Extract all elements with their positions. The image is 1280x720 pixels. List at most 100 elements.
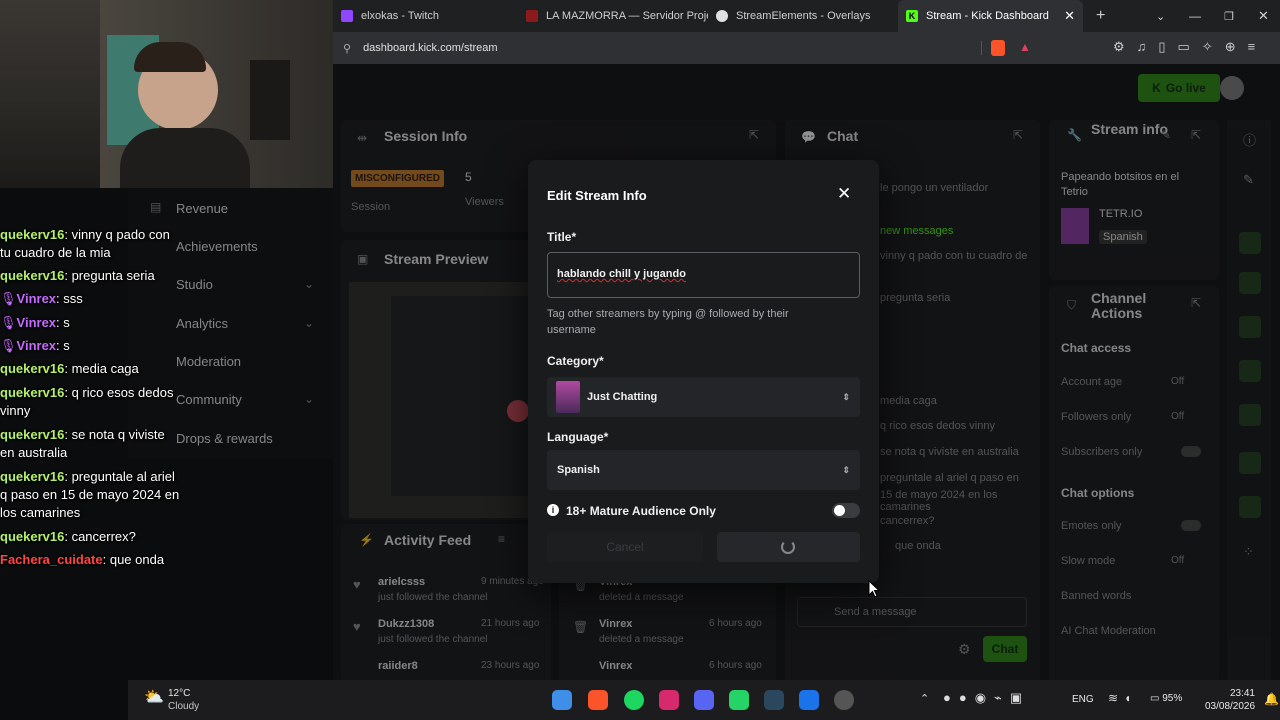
subscribers-only-toggle[interactable] — [1181, 446, 1201, 457]
banned-words-label[interactable]: Banned words — [1061, 590, 1131, 602]
overlay-user: Vinrex — [16, 338, 57, 353]
go-live-button[interactable]: K Go live — [1138, 74, 1220, 102]
brave-icon[interactable] — [588, 690, 608, 710]
overlay-message: 🎙Vinrex: sss — [0, 291, 83, 306]
slow-mode-value: Off — [1171, 555, 1185, 566]
title-input[interactable]: hablando chill y jugando — [547, 252, 860, 298]
emotes-only-label: Emotes only — [1061, 520, 1122, 532]
message-icon[interactable] — [1239, 360, 1261, 382]
tab-list-icon[interactable]: ⌄ — [1148, 0, 1165, 32]
lightning-icon[interactable] — [1239, 272, 1261, 294]
tray-chevron-icon[interactable]: ⌃ — [920, 692, 929, 705]
spotify-icon[interactable] — [624, 690, 644, 710]
tab-kick-dashboard[interactable]: K Stream - Kick Dashboard ✕ — [898, 0, 1083, 32]
category-select[interactable]: Just Chatting ⇕ — [547, 377, 860, 417]
server-icon — [526, 10, 538, 22]
stream-info-title: Stream info — [1091, 121, 1169, 137]
sidebar-item-drops[interactable]: Drops & rewards — [176, 431, 273, 446]
drag-icon[interactable]: ⇹ — [357, 131, 367, 145]
mature-toggle[interactable] — [832, 503, 860, 518]
session-label: Session — [351, 201, 391, 213]
popout-icon[interactable]: ⇱ — [749, 128, 759, 142]
info-icon[interactable]: i — [547, 504, 559, 516]
sidebar-item-community[interactable]: Community — [176, 392, 242, 407]
chat-message: vinny q pado con tu cuadro de — [880, 250, 1028, 262]
maximize-icon[interactable]: ❐ — [1216, 0, 1234, 32]
clock-date[interactable]: 03/08/2026 — [1205, 701, 1255, 712]
input-language[interactable]: ENG — [1072, 694, 1094, 705]
weather-icon[interactable]: ⛅ — [144, 687, 164, 707]
current-stream-title: Papeando botsitos en el Tetrio — [1061, 171, 1180, 198]
info-icon[interactable]: ⓘ — [1243, 130, 1256, 149]
sidebar-item-revenue[interactable]: Revenue — [176, 201, 228, 216]
popout-icon[interactable]: ⇱ — [1191, 296, 1201, 310]
sidebar-item-analytics[interactable]: Analytics — [176, 316, 228, 331]
modlog-action: deleted a message — [599, 592, 684, 603]
discord-icon[interactable] — [694, 690, 714, 710]
url-field[interactable]: dashboard.kick.com/stream — [363, 42, 498, 54]
notification-icon[interactable]: 🔔 — [1264, 692, 1279, 706]
brave-shield-icon[interactable] — [991, 40, 1005, 56]
popout-icon[interactable]: ⇱ — [1191, 128, 1201, 142]
account-age-label[interactable]: Account age — [1061, 376, 1122, 388]
tab-streamelements[interactable]: StreamElements - Overlays — [708, 0, 898, 32]
avatar[interactable] — [1220, 76, 1244, 100]
slow-mode-label[interactable]: Slow mode — [1061, 555, 1115, 567]
filter-icon[interactable]: ≡ — [498, 532, 505, 546]
language-select[interactable]: Spanish ⇕ — [547, 450, 860, 490]
followers-only-label[interactable]: Followers only — [1061, 411, 1131, 423]
chat-send-button[interactable]: Chat — [983, 636, 1027, 662]
settings-icon[interactable]: ⚙ — [958, 641, 971, 658]
site-info-icon[interactable]: ⚲ — [343, 42, 351, 55]
chevron-down-icon[interactable]: ⌄ — [304, 316, 314, 330]
tools-icon[interactable] — [1239, 496, 1261, 518]
start-icon[interactable] — [552, 690, 572, 710]
edit-icon[interactable]: ✎ — [1161, 128, 1171, 142]
chat-message: cancerrex? — [880, 515, 935, 527]
emotes-only-toggle[interactable] — [1181, 520, 1201, 531]
close-tab-icon[interactable]: ✕ — [1064, 8, 1075, 24]
save-button[interactable] — [717, 532, 860, 562]
wifi-volume-icons[interactable]: ≋◖ — [1108, 691, 1137, 705]
clipboard-icon[interactable] — [1239, 316, 1261, 338]
heart-icon: ♥ — [353, 577, 361, 592]
mic-icon: 🎙 — [0, 291, 17, 306]
raid-icon[interactable] — [1239, 232, 1261, 254]
category-cover — [556, 381, 580, 413]
tab-twitch[interactable]: elxokas - Twitch — [333, 0, 518, 32]
overlay-message: quekerv16: preguntale al ariel q paso en… — [0, 469, 180, 520]
layout-icon[interactable] — [1239, 452, 1261, 474]
mail-icon[interactable] — [799, 690, 819, 710]
tray-icons[interactable]: ●●◉⌁▣ — [943, 690, 1030, 706]
broadcast-icon[interactable] — [1239, 404, 1261, 426]
cancel-button[interactable]: Cancel — [547, 532, 703, 562]
activity-action: just followed the channel — [378, 634, 488, 645]
sidebar-item-achievements[interactable]: Achievements — [176, 239, 258, 254]
chevron-down-icon[interactable]: ⌄ — [304, 277, 314, 291]
ai-moderation-label[interactable]: AI Chat Moderation — [1061, 625, 1156, 637]
overlay-text: s — [63, 315, 70, 330]
shield-icon: ⛉ — [1067, 298, 1077, 312]
tab-mazmorra[interactable]: LA MAZMORRA — Servidor Project — [518, 0, 708, 32]
clock-time[interactable]: 23:41 — [1215, 688, 1255, 699]
rewards-icon[interactable]: ▲ — [1019, 40, 1031, 54]
twitch-icon — [341, 10, 353, 22]
obs-icon[interactable] — [834, 690, 854, 710]
sidebar-item-moderation[interactable]: Moderation — [176, 354, 241, 369]
pen-icon[interactable]: ✎ — [1243, 172, 1254, 188]
apps-icon[interactable]: ⁘ — [1243, 544, 1254, 560]
extension-icons[interactable]: ⚙♫▯▭✧⊕≡ — [1113, 39, 1267, 55]
battery-status[interactable]: ▭ 95% — [1150, 693, 1182, 704]
new-tab-button[interactable]: + — [1088, 0, 1112, 32]
close-icon[interactable]: ✕ — [837, 184, 851, 204]
activity-user: arielcsss — [378, 576, 426, 588]
close-window-icon[interactable]: ✕ — [1250, 0, 1269, 32]
chevron-down-icon[interactable]: ⌄ — [304, 392, 314, 406]
steam-icon[interactable] — [764, 690, 784, 710]
chat-send-input[interactable]: Send a message — [797, 597, 1027, 627]
popout-icon[interactable]: ⇱ — [1013, 128, 1023, 142]
minimize-icon[interactable]: — — [1181, 0, 1201, 32]
whatsapp-icon[interactable] — [729, 690, 749, 710]
new-messages-divider[interactable]: new messages — [880, 225, 953, 237]
instagram-icon[interactable] — [659, 690, 679, 710]
